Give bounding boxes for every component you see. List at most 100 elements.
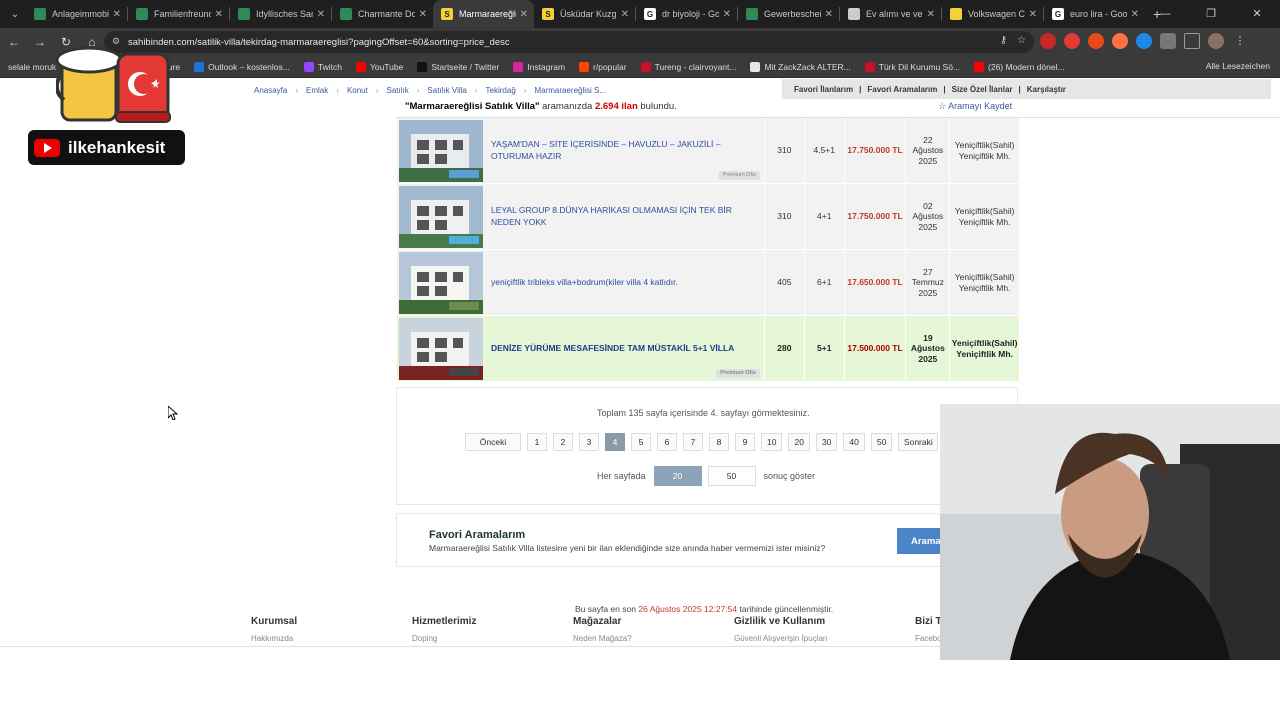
browser-tab[interactable]: Volkswagen Ca ✕ (942, 0, 1043, 28)
browser-tab[interactable]: Gdr biyoloji - Go ✕ (636, 0, 737, 28)
user-nav-link[interactable]: Favori Aramalarım (867, 85, 937, 94)
listing-thumbnail[interactable] (399, 318, 483, 380)
tab-close-icon[interactable]: ✕ (215, 9, 223, 20)
browser-tab[interactable]: S Marmaraereğlisi ✕ (433, 0, 534, 28)
bookmark-item[interactable]: YouTube (355, 61, 403, 72)
listing-row[interactable]: DENİZE YÜRÜME MESAFESİNDE TAM MÜSTAKİL 5… (397, 316, 1019, 382)
page-3-button[interactable]: 3 (579, 433, 599, 451)
listing-row[interactable]: YAŞAM'DAN – SİTE İÇERİSİNDE – HAVUZLU – … (397, 118, 1019, 184)
page-2-button[interactable]: 2 (553, 433, 573, 451)
page-4-button[interactable]: 4 (605, 433, 625, 451)
tab-close-icon[interactable]: ✕ (1029, 9, 1037, 20)
page-6-button[interactable]: 6 (657, 433, 677, 451)
bookmark-item[interactable]: Türk Dil Kurumu Sö... (864, 61, 960, 72)
user-nav-link[interactable]: Karşılaştır (1027, 85, 1066, 94)
profile-avatar[interactable] (1208, 33, 1224, 49)
tab-close-icon[interactable]: ✕ (621, 9, 629, 20)
extension-icon[interactable] (1112, 33, 1128, 49)
page-1-button[interactable]: 1 (527, 433, 547, 451)
per-page-20-button[interactable]: 20 (653, 466, 702, 486)
browser-tab[interactable]: Charmante Dop ✕ (332, 0, 433, 28)
tab-search-chevron-icon[interactable]: ⌄ (4, 3, 26, 25)
bookmark-item[interactable]: (26) Modern dönel... (974, 61, 1065, 72)
per-page-50-button[interactable]: 50 (707, 466, 756, 486)
password-key-icon[interactable]: ⚷ (1000, 35, 1007, 46)
page-9-button[interactable]: 9 (735, 433, 755, 451)
breadcrumb-item[interactable]: Marmaraereğlisi S... (534, 86, 606, 95)
all-bookmarks[interactable]: Alle Lesezeichen (1206, 61, 1270, 71)
restore-icon[interactable]: ❐ (1188, 0, 1234, 28)
bookmark-item[interactable]: selale moruk (8, 62, 56, 72)
next-page-button[interactable]: Sonraki (898, 433, 939, 451)
browser-tab[interactable]: Anlageimmobilien ✕ (26, 0, 127, 28)
extension-icon[interactable] (1088, 33, 1104, 49)
listing-row[interactable]: LEYAL GROUP 8.DÜNYA HARİKASI OLMAMASI İÇ… (397, 184, 1019, 250)
bookmark-item[interactable]: Mit ZackZack ALTER... (750, 61, 851, 72)
prev-page-button[interactable]: Önceki (465, 433, 521, 451)
page-20-button[interactable]: 20 (788, 433, 810, 451)
breadcrumb-item[interactable]: Emlak (306, 86, 328, 95)
bookmark-star-icon[interactable]: ☆ (1017, 35, 1026, 46)
tab-close-icon[interactable]: ✕ (419, 9, 427, 20)
listing-thumbnail[interactable] (399, 186, 483, 248)
tab-close-icon[interactable]: ✕ (113, 9, 121, 20)
footer-link[interactable]: Hakkımızda (251, 634, 293, 643)
browser-tab[interactable]: Familienfreundlich ✕ (128, 0, 229, 28)
tab-close-icon[interactable]: ✕ (520, 9, 528, 20)
extensions-puzzle-icon[interactable] (1160, 33, 1176, 49)
listing-thumbnail[interactable] (399, 120, 483, 182)
browser-tab[interactable]: Geuro lira - Goo ✕ (1044, 0, 1145, 28)
user-nav-link[interactable]: Favori İlanlarım (794, 85, 853, 94)
bookmark-favicon-icon (864, 61, 875, 72)
footer-link[interactable]: Neden Mağaza? (573, 634, 632, 643)
bookmark-item[interactable]: Outlook – kostenlos... (194, 61, 290, 72)
breadcrumb-item[interactable]: Satılık (387, 86, 409, 95)
browser-tab[interactable]: Idyllisches Sanier ✕ (230, 0, 331, 28)
breadcrumb-item[interactable]: Konut (347, 86, 368, 95)
listing-title-link[interactable]: yeniçiftlik tribleks villa+bodrum(kiler … (485, 250, 764, 315)
listing-row[interactable]: yeniçiftlik tribleks villa+bodrum(kiler … (397, 250, 1019, 316)
close-window-icon[interactable]: ✕ (1234, 0, 1280, 28)
page-8-button[interactable]: 8 (709, 433, 729, 451)
breadcrumb-item[interactable]: Anasayfa (254, 86, 287, 95)
browser-tab[interactable]: Ev alımı ve ver ✕ (840, 0, 941, 28)
extension-icon[interactable] (1064, 33, 1080, 49)
nav-separator: | (1018, 84, 1021, 94)
extension-icon[interactable] (1136, 33, 1152, 49)
tab-close-icon[interactable]: ✕ (1131, 9, 1139, 20)
back-icon[interactable]: ← (2, 35, 26, 49)
tab-close-icon[interactable]: ✕ (723, 9, 731, 20)
bookmark-item[interactable]: r/popular (579, 61, 627, 72)
page-50-button[interactable]: 50 (870, 433, 893, 451)
footer-link[interactable]: Doping (412, 634, 437, 643)
tab-close-icon[interactable]: ✕ (927, 9, 935, 20)
page-7-button[interactable]: 7 (683, 433, 703, 451)
tab-close-icon[interactable]: ✕ (825, 9, 833, 20)
browser-tab[interactable]: S Üsküdar Kuzg ✕ (534, 0, 635, 28)
breadcrumb-item[interactable]: Satılık Villa (427, 86, 466, 95)
extension-icon[interactable] (1040, 33, 1056, 49)
browser-tab[interactable]: Gewerbeschein ✕ (738, 0, 839, 28)
save-search-link[interactable]: ☆ Aramayı Kaydet (938, 101, 1012, 112)
menu-kebab-icon[interactable]: ⋮ (1232, 33, 1248, 49)
page-5-button[interactable]: 5 (631, 433, 651, 451)
breadcrumb-item[interactable]: Tekirdağ (486, 86, 516, 95)
user-nav-link[interactable]: Size Özel İlanlar (952, 85, 1013, 94)
address-bar[interactable]: ⚙ sahibinden.com/satilik-villa/tekirdag-… (104, 31, 1034, 53)
listing-title-link[interactable]: DENİZE YÜRÜME MESAFESİNDE TAM MÜSTAKİL 5… (485, 316, 764, 381)
listing-title-link[interactable]: LEYAL GROUP 8.DÜNYA HARİKASI OLMAMASI İÇ… (485, 184, 764, 249)
page-10-button[interactable]: 10 (761, 433, 783, 451)
bookmark-item[interactable]: Tureng - clairvoyant... (640, 61, 736, 72)
side-panel-icon[interactable] (1184, 33, 1200, 49)
listing-thumbnail[interactable] (399, 252, 483, 314)
listing-title-link[interactable]: YAŞAM'DAN – SİTE İÇERİSİNDE – HAVUZLU – … (485, 118, 764, 183)
bookmark-item[interactable]: Startseite / Twitter (417, 61, 499, 72)
minimize-icon[interactable]: — (1142, 0, 1188, 28)
footer-link[interactable]: Güvenli Alışverişin İpuçları (734, 634, 828, 643)
page-30-button[interactable]: 30 (815, 433, 838, 451)
tab-close-icon[interactable]: ✕ (317, 9, 325, 20)
bookmark-item[interactable]: Instagram (513, 61, 565, 72)
bookmark-item[interactable]: Twitch (303, 61, 342, 72)
page-40-button[interactable]: 40 (843, 433, 865, 451)
forward-icon[interactable]: → (28, 35, 52, 49)
